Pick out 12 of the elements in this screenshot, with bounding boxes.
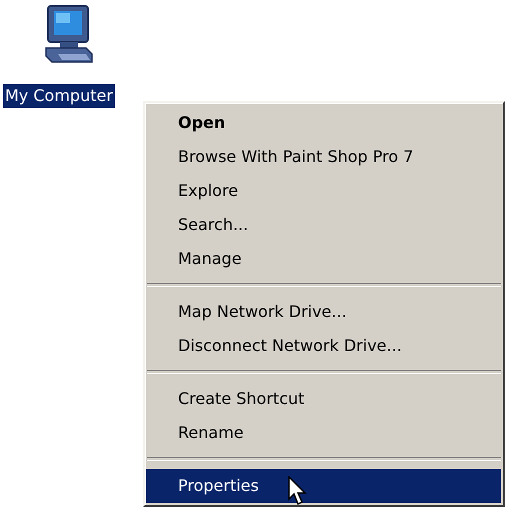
- menu-item[interactable]: Disconnect Network Drive...: [146, 329, 501, 363]
- menu-item[interactable]: Explore: [146, 174, 501, 208]
- mouse-pointer-icon: [288, 476, 310, 508]
- menu-item[interactable]: Create Shortcut: [146, 382, 501, 416]
- menu-item[interactable]: Open: [146, 106, 501, 140]
- menu-item[interactable]: Map Network Drive...: [146, 295, 501, 329]
- menu-item[interactable]: Search...: [146, 208, 501, 242]
- icon-label[interactable]: My Computer: [3, 84, 115, 108]
- menu-item[interactable]: Browse With Paint Shop Pro 7: [146, 140, 501, 174]
- menu-item[interactable]: Rename: [146, 416, 501, 450]
- menu-item[interactable]: Manage: [146, 242, 501, 276]
- menu-item[interactable]: Properties: [146, 469, 501, 503]
